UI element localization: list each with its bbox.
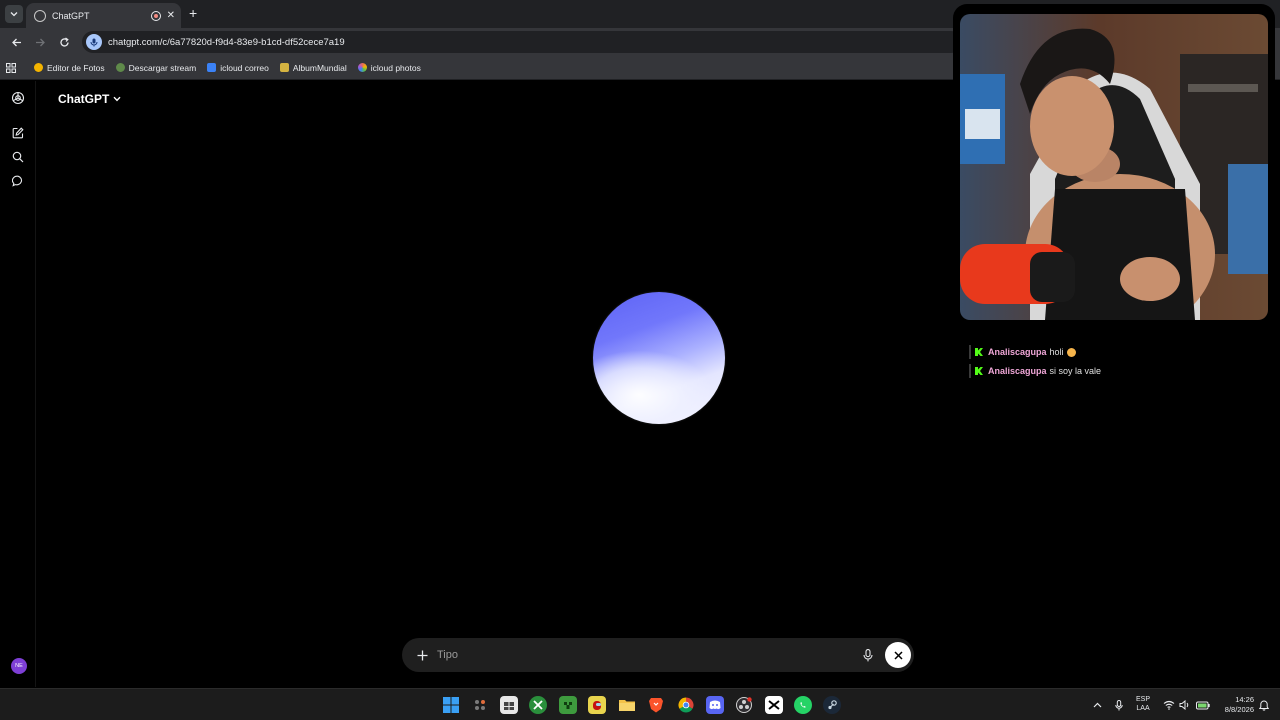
windows-start-icon[interactable]	[442, 696, 460, 714]
bookmark-icloud-photos[interactable]: icloud photos	[357, 62, 421, 73]
xbox-icon[interactable]	[529, 696, 547, 714]
reload-icon	[59, 37, 69, 47]
bookmark-label: Editor de Fotos	[47, 62, 105, 73]
bookmark-favicon-icon	[115, 63, 125, 72]
model-picker[interactable]: ChatGPT	[58, 92, 121, 106]
bookmark-editor-de-fotos[interactable]: Editor de Fotos	[34, 63, 105, 73]
openai-logo-icon	[34, 9, 46, 22]
microphone-icon	[863, 648, 873, 661]
forward-button[interactable]	[31, 33, 49, 51]
chat-message: Analiscagupa si soy la vale	[969, 364, 1101, 378]
tab-search-button[interactable]	[5, 5, 23, 23]
obs-icon[interactable]	[735, 696, 753, 714]
bookmark-label: icloud photos	[370, 62, 421, 73]
chat-text: holi	[1049, 347, 1064, 357]
close-icon	[893, 650, 903, 660]
store-icon[interactable]	[500, 696, 518, 714]
end-voice-button[interactable]	[885, 642, 911, 668]
prompt-input[interactable]	[437, 645, 837, 665]
volume-icon[interactable]	[1177, 698, 1191, 712]
chat-username[interactable]: Analiscagupa	[988, 366, 1047, 376]
kick-badge-icon	[975, 348, 983, 356]
kick-badge-icon	[975, 367, 983, 375]
tab-close-icon[interactable]: ✕	[167, 10, 175, 21]
photos-icon	[357, 63, 367, 72]
clock-time: 14:26	[1235, 695, 1254, 704]
chevron-down-icon	[10, 12, 18, 17]
bookmark-albummundial[interactable]: AlbumMundial	[279, 62, 347, 73]
search-icon[interactable]	[11, 150, 25, 164]
arrow-left-icon	[11, 38, 21, 46]
bookmark-label: Descargar stream	[128, 62, 197, 73]
show-hidden-icons[interactable]	[1090, 698, 1104, 712]
bookmark-favicon-icon	[279, 63, 289, 72]
new-chat-icon[interactable]	[11, 126, 25, 140]
recording-icon	[150, 10, 161, 21]
chats-icon[interactable]	[11, 174, 25, 188]
face-emoji-icon	[1066, 347, 1076, 357]
mail-icon	[207, 63, 217, 72]
bookmark-label: icloud correo	[220, 62, 269, 73]
wifi-icon[interactable]	[1162, 698, 1176, 712]
chat-text: si soy la vale	[1049, 366, 1102, 376]
notifications-icon[interactable]	[1257, 698, 1271, 712]
discord-icon[interactable]	[706, 696, 724, 714]
keyboard-layout: LAA	[1136, 705, 1150, 712]
browser-tab[interactable]: ChatGPT ✕	[26, 3, 181, 28]
chat-username[interactable]: Analiscagupa	[988, 347, 1047, 357]
chevron-down-icon	[113, 96, 121, 102]
input-language-indicator[interactable]: ESP LAA	[1136, 695, 1150, 713]
minecraft-icon[interactable]	[559, 696, 577, 714]
chrome-icon[interactable]	[677, 696, 695, 714]
clock-date: 8/8/2026	[1224, 705, 1254, 714]
chevron-up-icon	[1093, 702, 1101, 708]
plus-icon	[417, 650, 427, 660]
tab-title: ChatGPT	[52, 10, 90, 21]
microphone-tray-icon[interactable]	[1112, 698, 1126, 712]
mic-button[interactable]	[860, 647, 876, 663]
bookmark-icloud-correo[interactable]: icloud correo	[207, 63, 269, 73]
battery-icon[interactable]	[1196, 698, 1210, 712]
new-tab-button[interactable]: +	[189, 5, 197, 21]
back-button[interactable]	[7, 33, 25, 51]
taskbar: ESP LAA 14:26 8/8/2026	[0, 688, 1280, 720]
model-picker-label: ChatGPT	[58, 92, 110, 106]
system-clock[interactable]: 14:26 8/8/2026	[1212, 695, 1254, 715]
arrow-right-icon	[35, 38, 45, 46]
steam-icon[interactable]	[823, 696, 841, 714]
language-code: ESP	[1136, 696, 1151, 703]
stream-chat-panel: Analiscagupa holi Analiscagupa si soy la…	[955, 325, 1280, 687]
bookmark-descargar-stream[interactable]: Descargar stream	[115, 62, 197, 73]
microphone-in-use-icon[interactable]	[86, 34, 102, 50]
sidebar: NE	[0, 81, 36, 687]
attach-button[interactable]	[414, 647, 430, 663]
whatsapp-icon[interactable]	[794, 696, 812, 714]
chat-message: Analiscagupa holi	[969, 345, 1076, 359]
composer	[402, 638, 914, 672]
address-bar[interactable]: chatgpt.com/c/6a77820d-f9d4-83e9-b1cd-df…	[82, 31, 962, 53]
reload-button[interactable]	[55, 33, 73, 51]
avatar[interactable]: NE	[11, 658, 27, 674]
url-text: chatgpt.com/c/6a77820d-f9d4-83e9-b1cd-df…	[108, 36, 345, 48]
bookmark-label: AlbumMundial	[292, 62, 347, 73]
file-explorer-icon[interactable]	[618, 696, 636, 714]
capcut-icon[interactable]	[765, 696, 783, 714]
brave-icon[interactable]	[647, 696, 665, 714]
widgets-icon[interactable]	[471, 696, 489, 714]
bookmark-favicon-icon	[34, 63, 43, 72]
openai-logo-icon[interactable]	[11, 91, 25, 105]
webcam-feed	[960, 14, 1268, 320]
apps-grid-icon[interactable]	[6, 62, 26, 73]
voice-mode-orb	[593, 292, 725, 424]
chatgpt-app: NE ChatGPT	[0, 81, 955, 687]
among-us-icon[interactable]	[588, 696, 606, 714]
